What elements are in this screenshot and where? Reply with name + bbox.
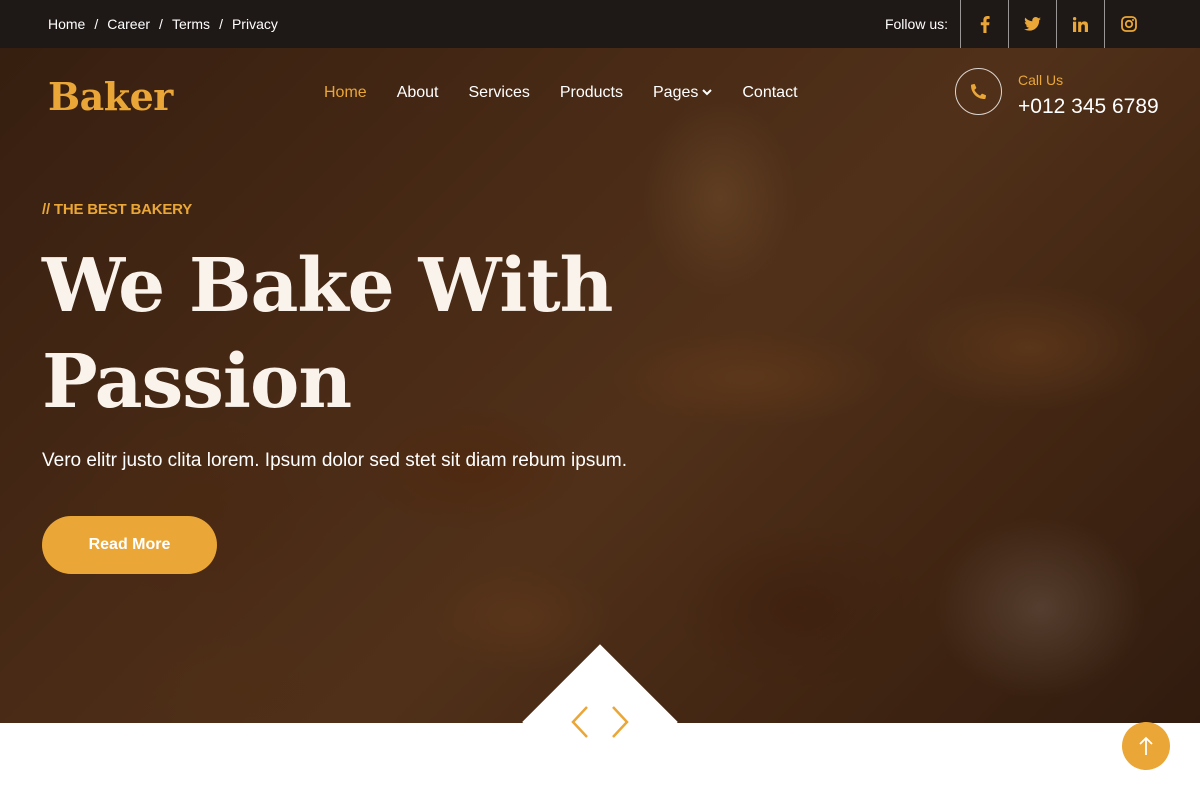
phone-icon[interactable] [955, 68, 1002, 115]
arrow-up-icon [1139, 736, 1153, 755]
facebook-icon[interactable] [960, 0, 1008, 48]
top-links: Home / Career / Terms / Privacy [48, 0, 278, 48]
nav-item-products[interactable]: Products [560, 84, 623, 102]
link-separator: / [219, 16, 223, 32]
linkedin-icon[interactable] [1056, 0, 1104, 48]
nav-item-contact[interactable]: Contact [742, 84, 797, 102]
carousel-controls [566, 700, 634, 744]
top-link-privacy[interactable]: Privacy [232, 16, 278, 32]
call-us-label: Call Us [1018, 72, 1064, 88]
link-separator: / [94, 16, 99, 32]
hero-headline: We Bake With Passion [42, 238, 682, 430]
hero-lead: Vero elitr justo clita lorem. Ipsum dolo… [42, 450, 628, 471]
nav-item-home[interactable]: Home [324, 84, 367, 102]
chevron-left-icon[interactable] [566, 700, 594, 744]
chevron-right-icon[interactable] [606, 700, 634, 744]
hero-section: Baker Home About Services Products Pages… [0, 48, 1200, 723]
follow-label: Follow us: [884, 16, 948, 32]
link-separator: / [159, 16, 163, 32]
back-to-top-button[interactable] [1122, 722, 1170, 770]
hero-headline-line2: Passion [42, 339, 352, 425]
top-link-career[interactable]: Career [107, 16, 150, 32]
phone-number[interactable]: +012 345 6789 [1018, 95, 1159, 119]
chevron-down-icon [702, 88, 713, 99]
hero-headline-line1: We Bake With [42, 243, 613, 329]
top-link-home[interactable]: Home [48, 16, 85, 32]
instagram-icon[interactable] [1104, 0, 1152, 48]
read-more-button[interactable]: Read More [42, 516, 217, 574]
nav-item-services[interactable]: Services [469, 84, 530, 102]
nav-item-pages[interactable]: Pages [653, 84, 713, 102]
social-links: Follow us: [885, 0, 1200, 48]
nav-item-about[interactable]: About [397, 84, 439, 102]
main-nav: Home About Services Products Pages Conta… [324, 84, 828, 102]
top-link-terms[interactable]: Terms [172, 16, 210, 32]
brand-logo[interactable]: Baker [48, 74, 173, 119]
nav-item-pages-label: Pages [653, 84, 699, 101]
top-bar: Home / Career / Terms / Privacy Follow u… [0, 0, 1200, 48]
twitter-icon[interactable] [1008, 0, 1056, 48]
hero-kicker: // THE BEST BAKERY [42, 201, 193, 218]
